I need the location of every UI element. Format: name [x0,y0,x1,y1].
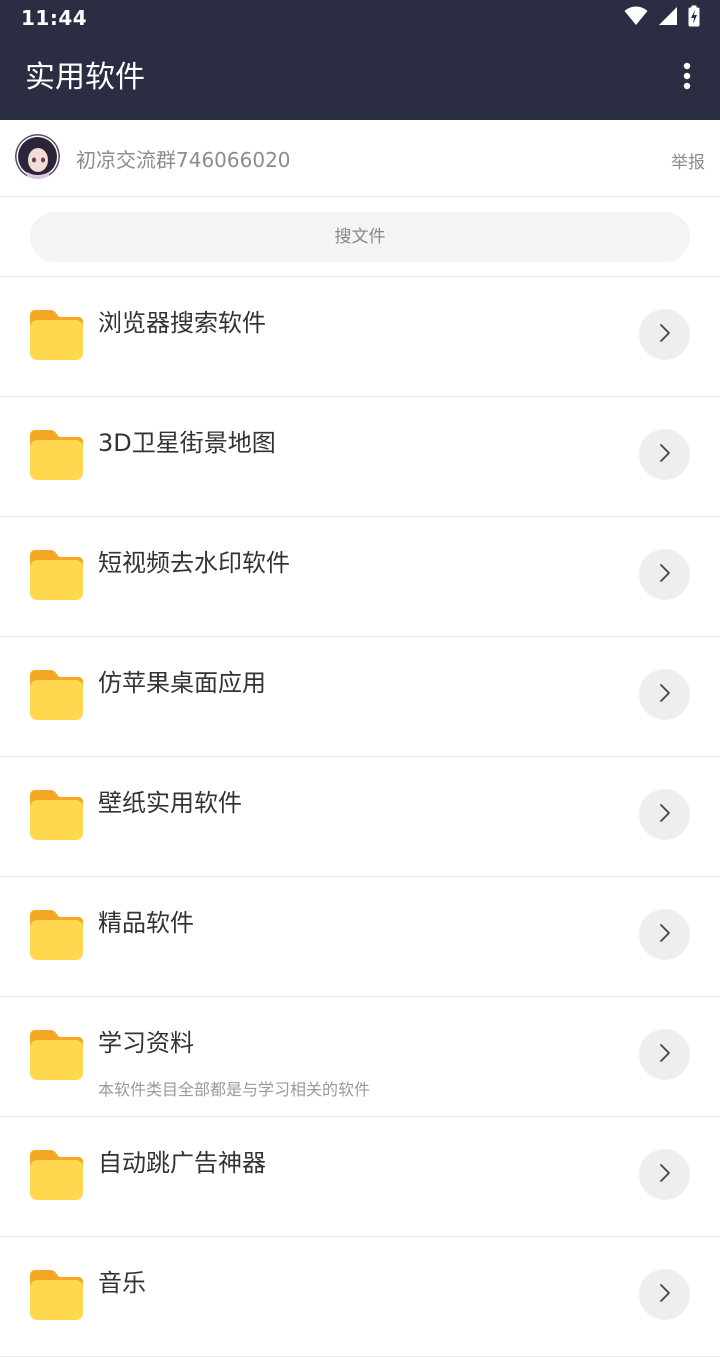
more-options-button[interactable] [672,62,702,94]
list-item-title: 仿苹果桌面应用 [98,669,266,697]
list-item[interactable]: 壁纸实用软件 [0,757,720,877]
open-folder-button[interactable] [639,549,690,600]
chevron-right-icon [659,563,671,587]
folder-icon [30,310,84,360]
list-item-title: 精品软件 [98,909,194,937]
folder-icon [30,1270,84,1320]
chevron-right-icon [659,443,671,467]
chevron-right-icon [659,803,671,827]
folder-list: 浏览器搜索软件 3D卫星街景地图 短视频去水印软件 仿苹果桌面应用 壁纸实用软件… [0,277,720,1357]
list-item[interactable]: 浏览器搜索软件 [0,277,720,397]
open-folder-button[interactable] [639,1269,690,1320]
group-info-row: 初凉交流群746066020 举报 [0,120,720,197]
list-item[interactable]: 仿苹果桌面应用 [0,637,720,757]
folder-icon [30,1030,84,1080]
app-bar: 实用软件 [0,36,720,120]
group-name-text: 初凉交流群746066020 [76,148,291,172]
status-time: 11:44 [21,6,88,30]
more-vert-icon [683,62,691,94]
list-item-title: 学习资料 [98,1029,194,1057]
list-item[interactable]: 自动跳广告神器 [0,1117,720,1237]
list-item[interactable]: 学习资料 本软件类目全部都是与学习相关的软件 [0,997,720,1117]
folder-icon [30,1150,84,1200]
list-item-title: 浏览器搜索软件 [98,309,266,337]
list-item[interactable]: 3D卫星街景地图 [0,397,720,517]
list-item[interactable]: 音乐 [0,1237,720,1357]
search-input[interactable] [30,212,690,262]
list-item-subtitle: 本软件类目全部都是与学习相关的软件 [98,1080,371,1099]
open-folder-button[interactable] [639,1149,690,1200]
chevron-right-icon [659,683,671,707]
list-item-title: 自动跳广告神器 [98,1149,266,1177]
open-folder-button[interactable] [639,669,690,720]
avatar[interactable] [15,134,60,179]
folder-icon [30,430,84,480]
chevron-right-icon [659,1163,671,1187]
status-bar: 11:44 [0,0,720,36]
open-folder-button[interactable] [639,909,690,960]
wifi-icon [624,6,648,30]
folder-icon [30,790,84,840]
status-icons [624,5,700,31]
chevron-right-icon [659,1043,671,1067]
chevron-right-icon [659,1283,671,1307]
chevron-right-icon [659,923,671,947]
battery-charging-icon [688,5,700,31]
folder-icon [30,910,84,960]
list-item-title: 短视频去水印软件 [98,549,290,577]
list-item-title: 音乐 [98,1269,146,1297]
report-link[interactable]: 举报 [671,148,705,173]
search-row [0,197,720,277]
chevron-right-icon [659,323,671,347]
open-folder-button[interactable] [639,1029,690,1080]
cell-signal-icon [658,6,678,30]
page-title: 实用软件 [25,60,145,95]
folder-icon [30,670,84,720]
open-folder-button[interactable] [639,789,690,840]
open-folder-button[interactable] [639,309,690,360]
list-item[interactable]: 短视频去水印软件 [0,517,720,637]
list-item-title: 壁纸实用软件 [98,789,242,817]
open-folder-button[interactable] [639,429,690,480]
folder-icon [30,550,84,600]
list-item-title: 3D卫星街景地图 [98,429,276,457]
list-item[interactable]: 精品软件 [0,877,720,997]
